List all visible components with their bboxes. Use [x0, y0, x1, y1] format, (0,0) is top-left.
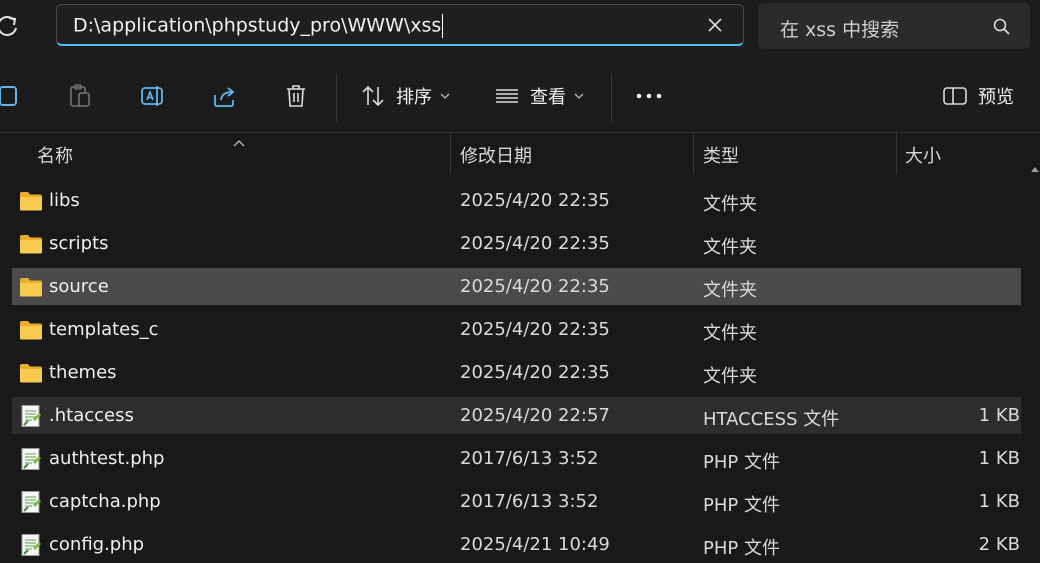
column-name[interactable]: 名称 — [37, 142, 73, 168]
file-row[interactable]: authtest.php 2017/6/13 3:52 PHP 文件 1 KB — [12, 440, 1021, 477]
rename-icon — [141, 86, 163, 106]
folder-icon — [19, 276, 43, 298]
folder-icon — [19, 233, 43, 255]
column-date[interactable]: 修改日期 — [460, 142, 532, 168]
copy-icon — [0, 86, 17, 106]
file-name: captcha.php — [49, 491, 161, 512]
file-row[interactable]: captcha.php 2017/6/13 3:52 PHP 文件 1 KB — [12, 483, 1021, 520]
copy-button[interactable] — [0, 82, 20, 110]
column-size[interactable]: 大小 — [905, 142, 941, 168]
column-divider[interactable] — [450, 132, 451, 174]
search-input[interactable]: 在 xss 中搜索 — [780, 15, 899, 42]
file-date: 2025/4/20 22:35 — [460, 319, 610, 340]
address-bar[interactable]: D:\application\phpstudy_pro\WWW\xss — [56, 4, 744, 46]
column-divider[interactable] — [693, 132, 694, 174]
clipboard-icon — [70, 84, 90, 107]
file-name: source — [49, 276, 109, 297]
script-file-icon — [19, 491, 43, 513]
address-toolbar: D:\application\phpstudy_pro\WWW\xss 在 xs… — [0, 0, 1040, 56]
search-icon[interactable] — [992, 17, 1012, 37]
script-file-icon — [19, 405, 43, 427]
command-bar: 排序 查看 预览 — [0, 56, 1040, 133]
script-file-icon — [19, 534, 43, 556]
sort-button[interactable]: 排序 — [360, 82, 450, 110]
toolbar-divider — [336, 74, 337, 122]
sort-label: 排序 — [396, 87, 432, 108]
file-row[interactable]: scripts 2025/4/20 22:35 文件夹 — [12, 225, 1021, 262]
close-icon[interactable] — [705, 15, 725, 35]
refresh-icon[interactable] — [0, 12, 22, 40]
file-row[interactable]: templates_c 2025/4/20 22:35 文件夹 — [12, 311, 1021, 348]
file-size: 1 KB — [978, 405, 1020, 426]
file-date: 2017/6/13 3:52 — [460, 491, 599, 512]
file-date: 2025/4/21 10:49 — [460, 534, 610, 555]
preview-button[interactable]: 预览 — [942, 82, 1014, 110]
file-type: 文件夹 — [703, 194, 757, 215]
preview-label: 预览 — [978, 87, 1014, 108]
file-type: PHP 文件 — [703, 452, 780, 473]
file-date: 2025/4/20 22:57 — [460, 405, 610, 426]
file-size: 1 KB — [978, 491, 1020, 512]
rename-button[interactable] — [140, 82, 166, 110]
view-button[interactable]: 查看 — [494, 82, 584, 110]
file-date: 2025/4/20 22:35 — [460, 233, 610, 254]
file-type: PHP 文件 — [703, 538, 780, 559]
file-row[interactable]: libs 2025/4/20 22:35 文件夹 — [12, 182, 1021, 219]
file-row[interactable]: .htaccess 2025/4/20 22:57 HTACCESS 文件 1 … — [12, 397, 1021, 434]
file-name: templates_c — [49, 319, 159, 340]
folder-icon — [19, 190, 43, 212]
file-size: 1 KB — [978, 448, 1020, 469]
folder-icon — [19, 319, 43, 341]
delete-button[interactable] — [284, 82, 308, 110]
share-button[interactable] — [212, 82, 238, 110]
address-input[interactable]: D:\application\phpstudy_pro\WWW\xss — [73, 14, 444, 38]
file-type: PHP 文件 — [703, 495, 780, 516]
file-row[interactable]: config.php 2025/4/21 10:49 PHP 文件 2 KB — [12, 526, 1021, 563]
search-box[interactable]: 在 xss 中搜索 — [758, 3, 1030, 49]
file-name: config.php — [49, 534, 145, 555]
view-icon — [496, 89, 518, 103]
file-type: 文件夹 — [703, 323, 757, 344]
paste-button[interactable] — [68, 82, 92, 110]
file-name: scripts — [49, 233, 109, 254]
file-name: libs — [49, 190, 80, 211]
file-type: 文件夹 — [703, 237, 757, 258]
scroll-up-icon[interactable] — [1030, 165, 1040, 175]
chevron-down-icon — [440, 93, 450, 99]
file-row[interactable]: source 2025/4/20 22:35 文件夹 — [12, 268, 1021, 305]
chevron-down-icon — [574, 93, 584, 99]
folder-icon — [19, 362, 43, 384]
toolbar-divider — [611, 74, 612, 122]
file-date: 2017/6/13 3:52 — [460, 448, 599, 469]
file-date: 2025/4/20 22:35 — [460, 276, 610, 297]
column-header: 名称 修改日期 类型 大小 — [0, 132, 1040, 178]
trash-icon — [287, 85, 305, 107]
file-date: 2025/4/20 22:35 — [460, 362, 610, 383]
more-icon — [636, 93, 662, 99]
column-type[interactable]: 类型 — [703, 142, 739, 168]
vertical-scrollbar[interactable] — [1030, 160, 1040, 549]
script-file-icon — [19, 448, 43, 470]
file-name: authtest.php — [49, 448, 165, 469]
column-divider[interactable] — [896, 132, 897, 174]
sort-icon — [362, 85, 384, 107]
file-name: themes — [49, 362, 117, 383]
more-options-button[interactable] — [636, 82, 662, 110]
file-size: 2 KB — [978, 534, 1020, 555]
file-type: 文件夹 — [703, 366, 757, 387]
sort-ascending-icon — [232, 132, 246, 151]
share-icon — [214, 87, 235, 107]
preview-pane-icon — [943, 87, 967, 105]
view-label: 查看 — [530, 87, 566, 108]
file-name: .htaccess — [49, 405, 134, 426]
file-type: HTACCESS 文件 — [703, 409, 840, 430]
file-row[interactable]: themes 2025/4/20 22:35 文件夹 — [12, 354, 1021, 391]
file-type: 文件夹 — [703, 280, 757, 301]
file-date: 2025/4/20 22:35 — [460, 190, 610, 211]
